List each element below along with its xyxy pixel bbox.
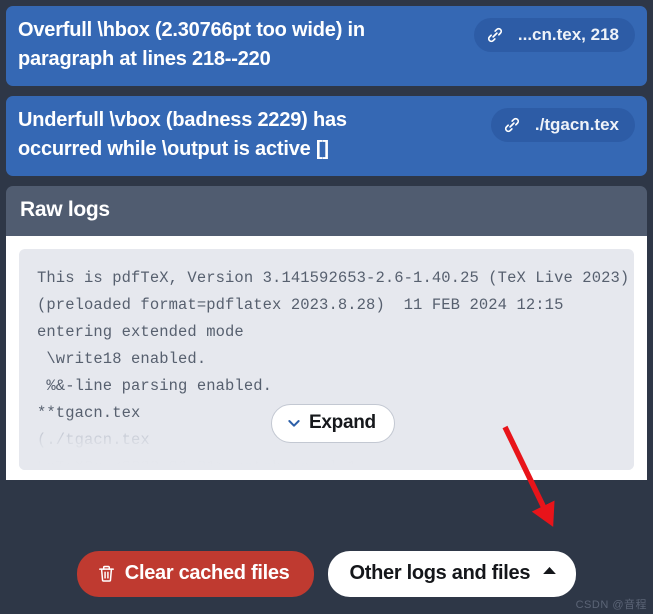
alert-overfull-hbox[interactable]: Overfull \hbox (2.30766pt too wide) in p… — [6, 6, 647, 86]
alert-file-badge[interactable]: ./tgacn.tex — [490, 108, 635, 142]
expand-button[interactable]: Expand — [271, 404, 395, 443]
alert-list: Overfull \hbox (2.30766pt too wide) in p… — [0, 0, 653, 176]
clear-cached-files-label: Clear cached files — [124, 562, 290, 584]
log-line: %&-line parsing enabled. — [37, 377, 273, 395]
alert-file-badge[interactable]: ...cn.tex, 218 — [473, 18, 635, 52]
alert-message: Underfull \vbox (badness 2229) has occur… — [18, 109, 347, 160]
watermark: CSDN @音程 — [575, 599, 647, 611]
link-icon — [486, 26, 504, 44]
link-icon — [503, 116, 521, 134]
expand-button-label: Expand — [309, 412, 376, 433]
raw-logs-header: Raw logs — [6, 186, 647, 236]
log-line: (preloaded format=pdflatex 2023.8.28) 11… — [37, 296, 564, 314]
chevron-down-icon — [286, 415, 302, 431]
alert-underfull-vbox[interactable]: Underfull \vbox (badness 2229) has occur… — [6, 96, 647, 176]
alert-badge-label: ...cn.tex, 218 — [517, 25, 619, 44]
other-logs-and-files-button[interactable]: Other logs and files — [327, 551, 577, 597]
alert-badge-label: ./tgacn.tex — [534, 115, 619, 134]
log-line: entering extended mode — [37, 323, 244, 341]
footer-toolbar: Clear cached files Other logs and files — [0, 534, 653, 614]
log-line: LaTeX2e <2022-06-01> patch level 1 — [37, 458, 357, 470]
log-line: This is pdfTeX, Version 3.141592653-2.6-… — [37, 269, 630, 287]
panel-title: Raw logs — [20, 198, 110, 221]
alert-message: Overfull \hbox (2.30766pt too wide) in p… — [18, 19, 365, 70]
chevron-up-icon — [541, 562, 558, 585]
raw-logs-body: This is pdfTeX, Version 3.141592653-2.6-… — [6, 236, 647, 480]
trash-icon — [97, 564, 116, 583]
latex-compiler-log-panel: Overfull \hbox (2.30766pt too wide) in p… — [0, 0, 653, 614]
other-logs-and-files-label: Other logs and files — [349, 562, 531, 584]
clear-cached-files-button[interactable]: Clear cached files — [76, 551, 314, 597]
log-line: \write18 enabled. — [37, 350, 207, 368]
